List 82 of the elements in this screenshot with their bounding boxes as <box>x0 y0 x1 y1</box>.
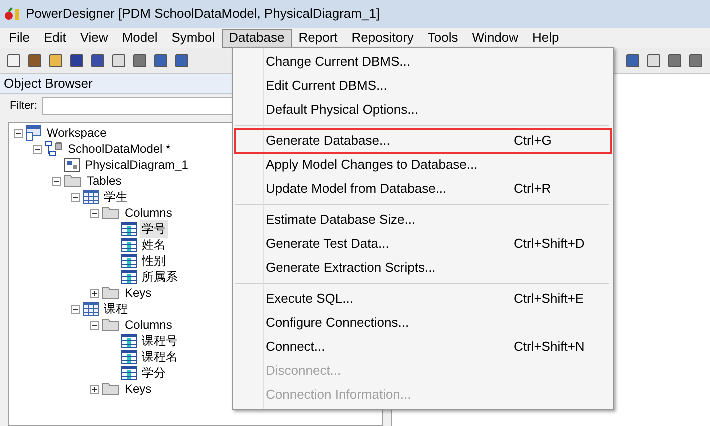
expand-toggle[interactable] <box>90 288 99 298</box>
menu-item[interactable]: Repository <box>344 28 421 48</box>
menu-item[interactable]: Edit <box>36 28 74 48</box>
menu-item[interactable]: Help <box>526 28 566 48</box>
expand-toggle[interactable] <box>90 384 99 394</box>
tree-item[interactable]: Keys <box>123 284 154 302</box>
menu-option[interactable]: Edit Current DBMS... <box>235 74 611 98</box>
menu-option[interactable]: Default Physical Options... <box>235 98 611 122</box>
toolbar-icon[interactable] <box>153 52 169 68</box>
toolbar-icon[interactable] <box>69 52 85 68</box>
collapse-toggle[interactable] <box>90 208 99 218</box>
collapse-toggle[interactable] <box>90 320 99 330</box>
menu-item[interactable]: Window <box>465 28 526 48</box>
workspace-icon <box>26 125 42 141</box>
tree-item[interactable]: 课程 <box>102 300 130 318</box>
toolbar-icon[interactable] <box>132 52 148 68</box>
collapse-toggle[interactable] <box>14 128 23 138</box>
folder-icon <box>102 382 120 396</box>
collapse-toggle[interactable] <box>71 304 80 314</box>
diagram-icon <box>64 157 80 173</box>
folder-icon <box>64 174 82 188</box>
tree-item[interactable]: Tables <box>85 172 124 190</box>
menu-option[interactable]: Estimate Database Size... <box>235 208 611 232</box>
menu-option[interactable]: Generate Database... Ctrl+G <box>235 129 611 153</box>
toolbar-icon[interactable] <box>667 52 683 68</box>
tree-item[interactable]: 学生 <box>102 188 130 206</box>
tree-item[interactable]: Columns <box>123 316 174 334</box>
menu-option[interactable]: Update Model from Database... Ctrl+R <box>235 177 611 201</box>
table-icon <box>83 302 99 316</box>
tree-item[interactable]: 性别 <box>140 252 168 270</box>
tree-item[interactable]: 课程名 <box>140 348 180 366</box>
menu-option[interactable]: Configure Connections... <box>235 311 611 335</box>
app-logo-icon <box>4 6 22 22</box>
column-icon <box>121 238 137 252</box>
tree-item[interactable]: 课程号 <box>140 332 180 350</box>
menu-item[interactable]: Database <box>222 28 292 48</box>
tree-item[interactable]: 学号 <box>140 220 168 238</box>
menu-item[interactable]: View <box>73 28 116 48</box>
menu-item[interactable]: Tools <box>420 28 466 48</box>
column-icon <box>121 270 137 284</box>
table-icon <box>83 190 99 204</box>
folder-icon <box>102 318 120 332</box>
toolbar-icon[interactable] <box>48 52 64 68</box>
menu-option[interactable]: Apply Model Changes to Database... <box>235 153 611 177</box>
toolbar-icon[interactable] <box>90 52 106 68</box>
toolbar-icon[interactable] <box>111 52 127 68</box>
toolbar-icon[interactable] <box>174 52 190 68</box>
menu-item[interactable]: File <box>2 28 37 48</box>
column-icon <box>121 222 137 236</box>
collapse-toggle[interactable] <box>52 176 61 186</box>
folder-icon <box>102 286 120 300</box>
toolbar-icon[interactable] <box>688 52 704 68</box>
tree-item[interactable]: Workspace <box>45 124 109 142</box>
menu-option[interactable]: Execute SQL... Ctrl+Shift+E <box>235 287 611 311</box>
menu-item[interactable]: Symbol <box>164 28 222 48</box>
column-icon <box>121 350 137 364</box>
tree-item[interactable]: 所属系 <box>140 268 180 286</box>
column-icon <box>121 366 137 380</box>
menu-option[interactable]: Generate Test Data... Ctrl+Shift+D <box>235 232 611 256</box>
tree-item[interactable]: PhysicalDiagram_1 <box>83 156 190 174</box>
toolbar-icon[interactable] <box>6 52 22 68</box>
filter-label: Filter: <box>10 98 38 114</box>
menu-option[interactable]: Generate Extraction Scripts... <box>235 256 611 280</box>
window-title: PowerDesigner [PDM SchoolDataModel, PhysicalDiagram_1] <box>26 5 380 24</box>
model-icon <box>45 141 63 157</box>
folder-icon <box>102 206 120 220</box>
toolbar-icon[interactable] <box>646 52 662 68</box>
tree-item[interactable]: SchoolDataModel * <box>66 140 173 158</box>
toolbar-icon[interactable] <box>27 52 43 68</box>
menu-item[interactable]: Report <box>292 28 345 48</box>
tree-item[interactable]: Columns <box>123 204 174 222</box>
column-icon <box>121 254 137 268</box>
column-icon <box>121 334 137 348</box>
panel-title: Object Browser <box>4 74 93 93</box>
tree-item[interactable]: 学分 <box>140 364 168 382</box>
toolbar-icon[interactable] <box>625 52 641 68</box>
menu-item[interactable]: Model <box>115 28 165 48</box>
collapse-toggle[interactable] <box>71 192 80 202</box>
menu-option[interactable]: Connect... Ctrl+Shift+N <box>235 335 611 359</box>
collapse-toggle[interactable] <box>33 144 42 154</box>
tree-item[interactable]: Keys <box>123 380 154 398</box>
tree-item[interactable]: 姓名 <box>140 236 168 254</box>
